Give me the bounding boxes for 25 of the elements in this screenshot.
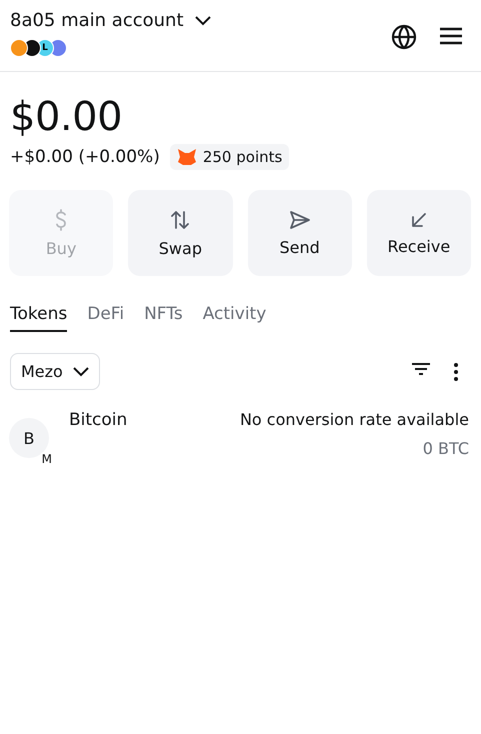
- tab[interactable]: Activity: [202, 304, 266, 332]
- swap-arrows-icon: [171, 208, 190, 230]
- tab[interactable]: NFTs: [144, 304, 183, 332]
- account-selector[interactable]: 8a05 main account: [10, 10, 212, 31]
- arrow-down-left-icon: [410, 210, 428, 228]
- send-icon: [288, 210, 311, 230]
- token-amount: 0 BTC: [422, 439, 469, 458]
- tab[interactable]: DeFi: [87, 304, 124, 332]
- chevron-down-icon: [194, 14, 212, 26]
- network-dropdown[interactable]: Mezo: [10, 353, 100, 390]
- token-value: No conversion rate available: [240, 410, 469, 429]
- fox-icon: [176, 148, 197, 166]
- send-action-button[interactable]: Send: [248, 190, 352, 276]
- balance-change: +$0.00 (+0.00%): [10, 147, 160, 167]
- network-badge: M: [40, 452, 54, 466]
- more-options-icon[interactable]: [453, 362, 459, 382]
- chevron-down-icon: [72, 366, 89, 376]
- points-badge[interactable]: 250 points: [170, 144, 290, 170]
- tab[interactable]: Tokens: [10, 304, 68, 332]
- swap-action-button[interactable]: Swap: [128, 190, 232, 276]
- token-name[interactable]: Bitcoin: [69, 410, 240, 458]
- receive-action-button[interactable]: Receive: [366, 190, 471, 276]
- dollar-icon: [54, 208, 68, 230]
- globe-icon[interactable]: [391, 24, 417, 50]
- balance-total: $0.00: [10, 94, 124, 140]
